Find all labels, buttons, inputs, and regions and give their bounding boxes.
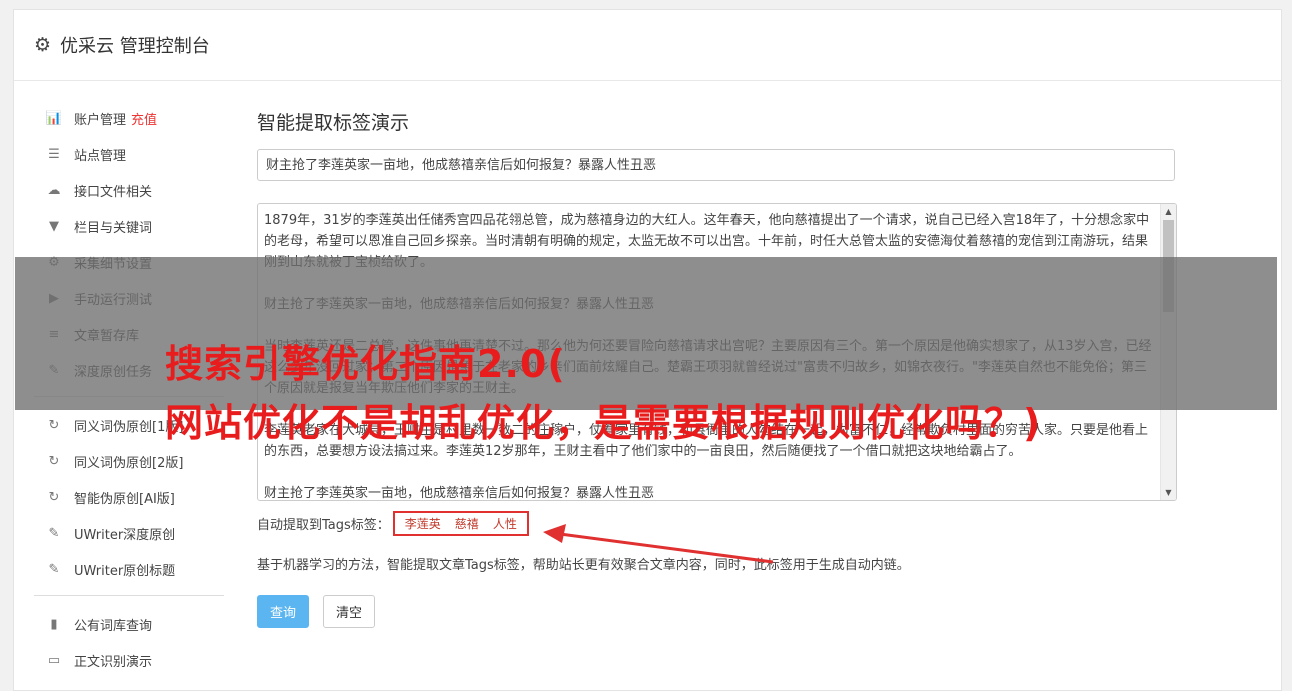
annotation-arrow	[543, 524, 774, 564]
arrow-shaft	[559, 532, 774, 564]
arrow-head	[543, 524, 566, 543]
